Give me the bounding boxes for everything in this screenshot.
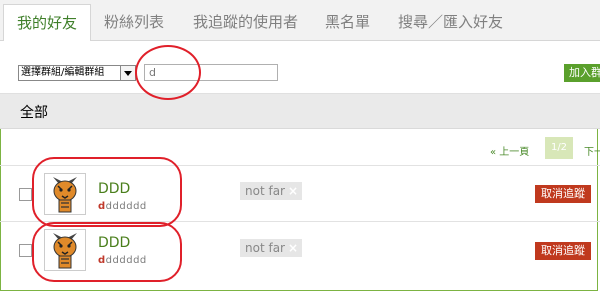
unfollow-button[interactable]: 取消追蹤 [535,242,591,260]
friend-tag: not far × [240,239,302,257]
annotation-circle-row1 [32,157,182,227]
tab-my-friends[interactable]: 我的好友 [3,4,92,42]
add-to-group-button[interactable]: 加入群 [564,64,600,82]
group-select-value: 選擇群組/編輯群組 [21,67,105,78]
current-page[interactable]: 1/2 [545,137,573,159]
tag-label: not far [245,241,285,255]
tab-bar: 我的好友 粉絲列表 我追蹤的使用者 黑名單 搜尋／匯入好友 [0,0,600,42]
select-checkbox[interactable] [19,188,32,201]
group-header: 全部 [0,94,600,129]
friend-tag: not far × [240,182,302,200]
remove-tag-icon[interactable]: × [288,184,298,198]
next-page-link[interactable]: 下一 [584,143,600,158]
annotation-circle-search [135,45,201,100]
tab-followers[interactable]: 粉絲列表 [104,0,164,40]
tab-following[interactable]: 我追蹤的使用者 [193,0,298,40]
select-checkbox[interactable] [19,244,32,257]
tab-search-import[interactable]: 搜尋／匯入好友 [398,0,503,40]
group-title: 全部 [20,105,48,121]
tab-blacklist[interactable]: 黑名單 [325,0,370,40]
annotation-circle-row2 [32,222,182,282]
remove-tag-icon[interactable]: × [288,241,298,255]
chevron-down-icon[interactable] [120,66,135,80]
group-select[interactable]: 選擇群組/編輯群組 [18,65,136,81]
prev-page-link[interactable]: « 上一頁 [490,143,529,158]
unfollow-button[interactable]: 取消追蹤 [535,185,591,203]
tag-label: not far [245,184,285,198]
